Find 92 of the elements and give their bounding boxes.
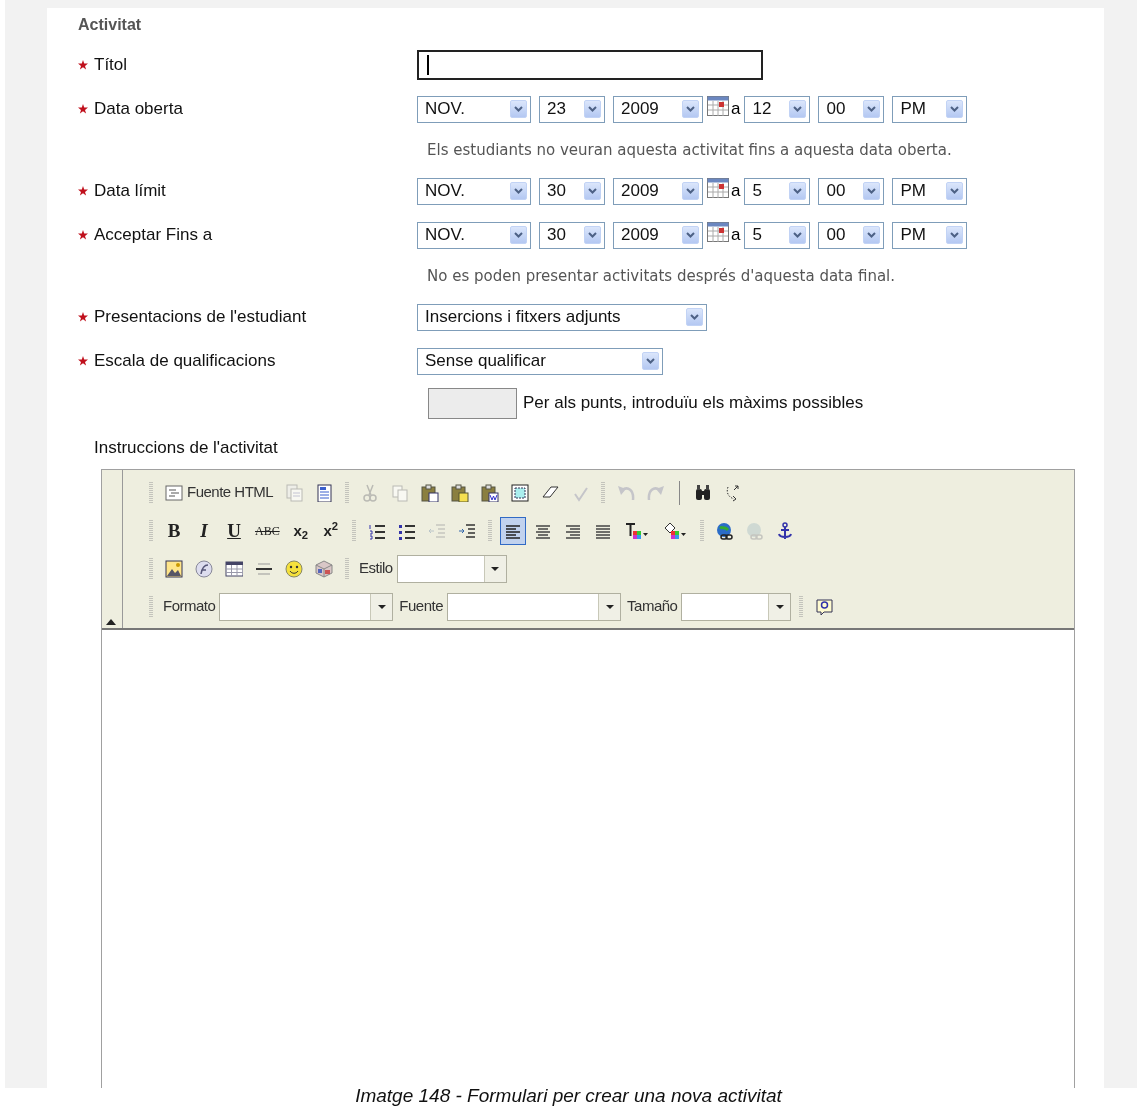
clipboard-icon [451, 483, 470, 502]
source-icon [165, 483, 183, 502]
grip-icon[interactable] [149, 480, 153, 505]
section-title: Activitat [78, 15, 143, 35]
dropdown[interactable]: 12 [744, 95, 811, 123]
field-label: Data oberta [94, 98, 183, 121]
combo-box[interactable] [396, 554, 507, 583]
format-button[interactable]: x$^{2}$ [317, 516, 344, 545]
dropdown[interactable]: Insercions i fitxers adjunts [417, 303, 707, 331]
hint-text: No es poden presentar activitats després d'aquesta data final. [427, 265, 897, 287]
smiley-icon [285, 559, 303, 578]
image-icon [165, 559, 183, 578]
dropdown[interactable]: 30 [539, 177, 605, 205]
combo-label: Estilo [359, 558, 393, 579]
combo-box[interactable] [681, 592, 792, 621]
grip-icon[interactable] [699, 518, 704, 543]
dropdown[interactable]: NOV. [417, 221, 531, 249]
dropdown[interactable]: 00 [818, 177, 885, 205]
grip-icon[interactable] [345, 556, 349, 581]
hint-text: Els estudiants no veuran aquesta activitat fins a aquesta data oberta. [427, 139, 953, 161]
field-label: Acceptar Fins a [94, 224, 213, 247]
cube-icon [315, 559, 333, 578]
figure-caption: Imatge 148 - Formulari per crear una nova activitat [355, 1085, 782, 1106]
dropdown[interactable]: 5 [744, 177, 811, 205]
dropdown[interactable]: 2009 [613, 177, 703, 205]
combo-label: Fuente [399, 596, 444, 617]
combo-box[interactable] [219, 592, 394, 621]
collapse-arrow-icon[interactable] [106, 618, 116, 625]
field-label: Escala de qualificacions [94, 350, 276, 373]
grip-icon[interactable] [487, 518, 492, 543]
grip-icon[interactable] [351, 518, 356, 543]
field-label: Títol [94, 54, 128, 77]
globe-link-icon [715, 521, 734, 540]
dropdown[interactable]: 5 [744, 221, 811, 249]
dropdown[interactable]: 00 [818, 221, 885, 249]
dropdown[interactable]: NOV. [417, 177, 531, 205]
binoculars-icon [694, 483, 713, 502]
points-note: Per als punts, introduïu els màxims possibles [523, 392, 864, 415]
format-button[interactable]: ABC [251, 516, 284, 545]
grip-icon[interactable] [601, 480, 606, 505]
at-label: a [731, 98, 741, 121]
format-button[interactable]: x$_{2}$ [287, 516, 314, 545]
help-icon [815, 597, 834, 616]
grip-icon[interactable] [149, 556, 153, 581]
clipboard-icon [481, 483, 500, 502]
field-label: Presentacions de l'estudiant [94, 306, 307, 329]
table-icon [225, 559, 243, 578]
undo-icon [617, 483, 636, 502]
points-input[interactable] [428, 387, 517, 419]
dropdown[interactable]: 2009 [613, 95, 703, 123]
toolbar-button[interactable] [499, 516, 526, 545]
dropdown[interactable]: 23 [539, 95, 605, 123]
grip-icon[interactable] [799, 594, 804, 619]
combo-box[interactable] [447, 592, 622, 621]
calendar-icon[interactable] [707, 96, 729, 116]
document-icon [285, 483, 304, 502]
instructions-label: Instruccions de l'activitat [94, 437, 279, 459]
anchor-icon [775, 521, 794, 540]
redo-icon [647, 483, 666, 502]
clipboard-icon [421, 483, 440, 502]
globe-link-icon [745, 521, 764, 540]
dropdown[interactable]: PM [892, 95, 968, 123]
dropdown[interactable]: PM [892, 221, 968, 249]
text-color-icon [623, 521, 650, 540]
dropdown[interactable]: PM [892, 177, 968, 205]
grip-icon[interactable] [149, 518, 153, 543]
calendar-icon[interactable] [707, 178, 729, 198]
title-input[interactable] [417, 50, 763, 80]
outdent-icon [427, 521, 446, 540]
dropdown[interactable]: Sense qualificar [417, 347, 663, 375]
copy-icon [391, 483, 410, 502]
scissors-icon [361, 483, 380, 502]
document-icon [315, 483, 334, 502]
dropdown[interactable]: 2009 [613, 221, 703, 249]
calendar-icon[interactable] [707, 222, 729, 242]
grip-icon[interactable] [345, 480, 350, 505]
dropdown[interactable]: 00 [818, 95, 885, 123]
dropdown[interactable]: NOV. [417, 95, 531, 123]
dropdown[interactable]: 30 [539, 221, 605, 249]
grip-icon[interactable] [149, 594, 153, 619]
indent-icon [457, 521, 476, 540]
select-all-icon [511, 483, 530, 502]
flash-icon [195, 559, 213, 578]
format-button[interactable]: I [191, 516, 217, 545]
at-label: a [731, 180, 741, 203]
source-button[interactable]: Fuente HTML [161, 478, 278, 507]
format-button[interactable]: B [161, 516, 187, 545]
combo-label: Formato [163, 596, 216, 617]
format-button[interactable]: U [221, 516, 247, 545]
field-label: Data límit [94, 180, 166, 203]
combo-label: Tamaño [627, 596, 678, 617]
at-label: a [731, 224, 741, 247]
